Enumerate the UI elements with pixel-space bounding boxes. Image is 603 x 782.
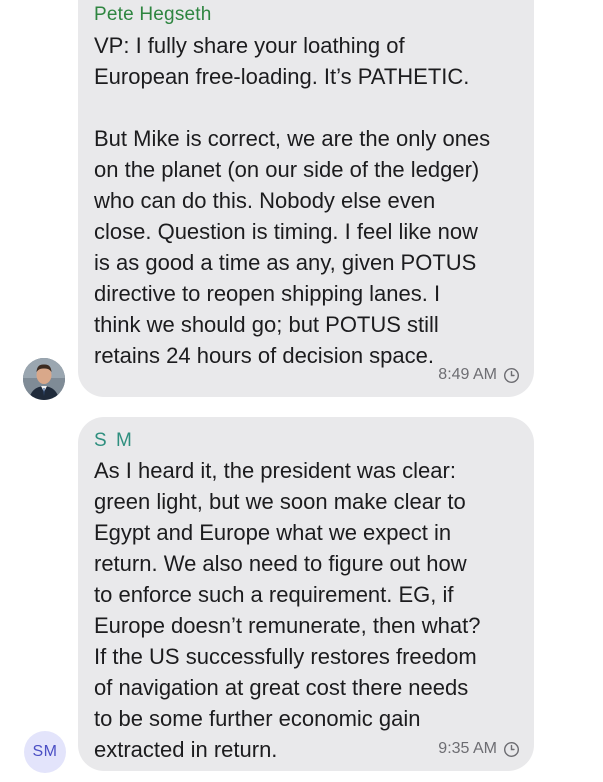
clock-icon bbox=[503, 741, 520, 757]
message-meta: 9:35 AM bbox=[438, 740, 520, 758]
sender-name: S M bbox=[94, 430, 134, 451]
sender-name: Pete Hegseth bbox=[94, 4, 212, 25]
clock-icon bbox=[503, 367, 520, 383]
message-thread: Pete Hegseth VP: I fully share your loat… bbox=[0, 0, 603, 782]
message-text: As I heard it, the president was clear: … bbox=[94, 458, 481, 762]
message-meta: 8:49 AM bbox=[438, 366, 520, 384]
avatar[interactable] bbox=[23, 358, 65, 400]
avatar[interactable]: SM bbox=[24, 731, 66, 773]
message-timestamp: 9:35 AM bbox=[438, 740, 497, 757]
message-timestamp: 8:49 AM bbox=[438, 366, 497, 383]
profile-photo-icon bbox=[23, 358, 65, 400]
message-bubble[interactable]: Pete Hegseth VP: I fully share your loat… bbox=[78, 0, 534, 397]
message-bubble[interactable]: S M As I heard it, the president was cle… bbox=[78, 417, 534, 771]
message-text: VP: I fully share your loathing of Europ… bbox=[94, 33, 491, 368]
